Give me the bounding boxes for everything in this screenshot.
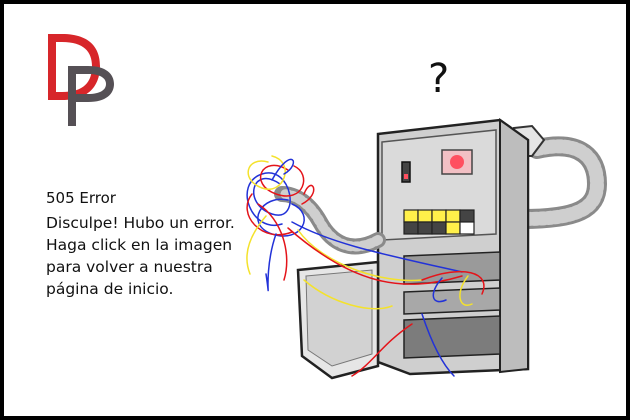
- error-title: 505 Error: [46, 189, 116, 207]
- dp-logo: [48, 34, 114, 126]
- keypad: [403, 209, 475, 235]
- page-frame: 505 Error Disculpe! Hubo un error. Haga …: [0, 0, 630, 420]
- error-description: Disculpe! Hubo un error. Haga click en l…: [46, 214, 235, 298]
- middle-shelf: [403, 287, 501, 315]
- broken-computer-illustration[interactable]: ?: [232, 44, 630, 414]
- cabinet-side: [499, 118, 529, 374]
- error-message-block: 505 Error Disculpe! Hubo un error. Haga …: [46, 188, 246, 300]
- lower-shelf: [403, 315, 501, 359]
- question-mark: ?: [428, 56, 449, 102]
